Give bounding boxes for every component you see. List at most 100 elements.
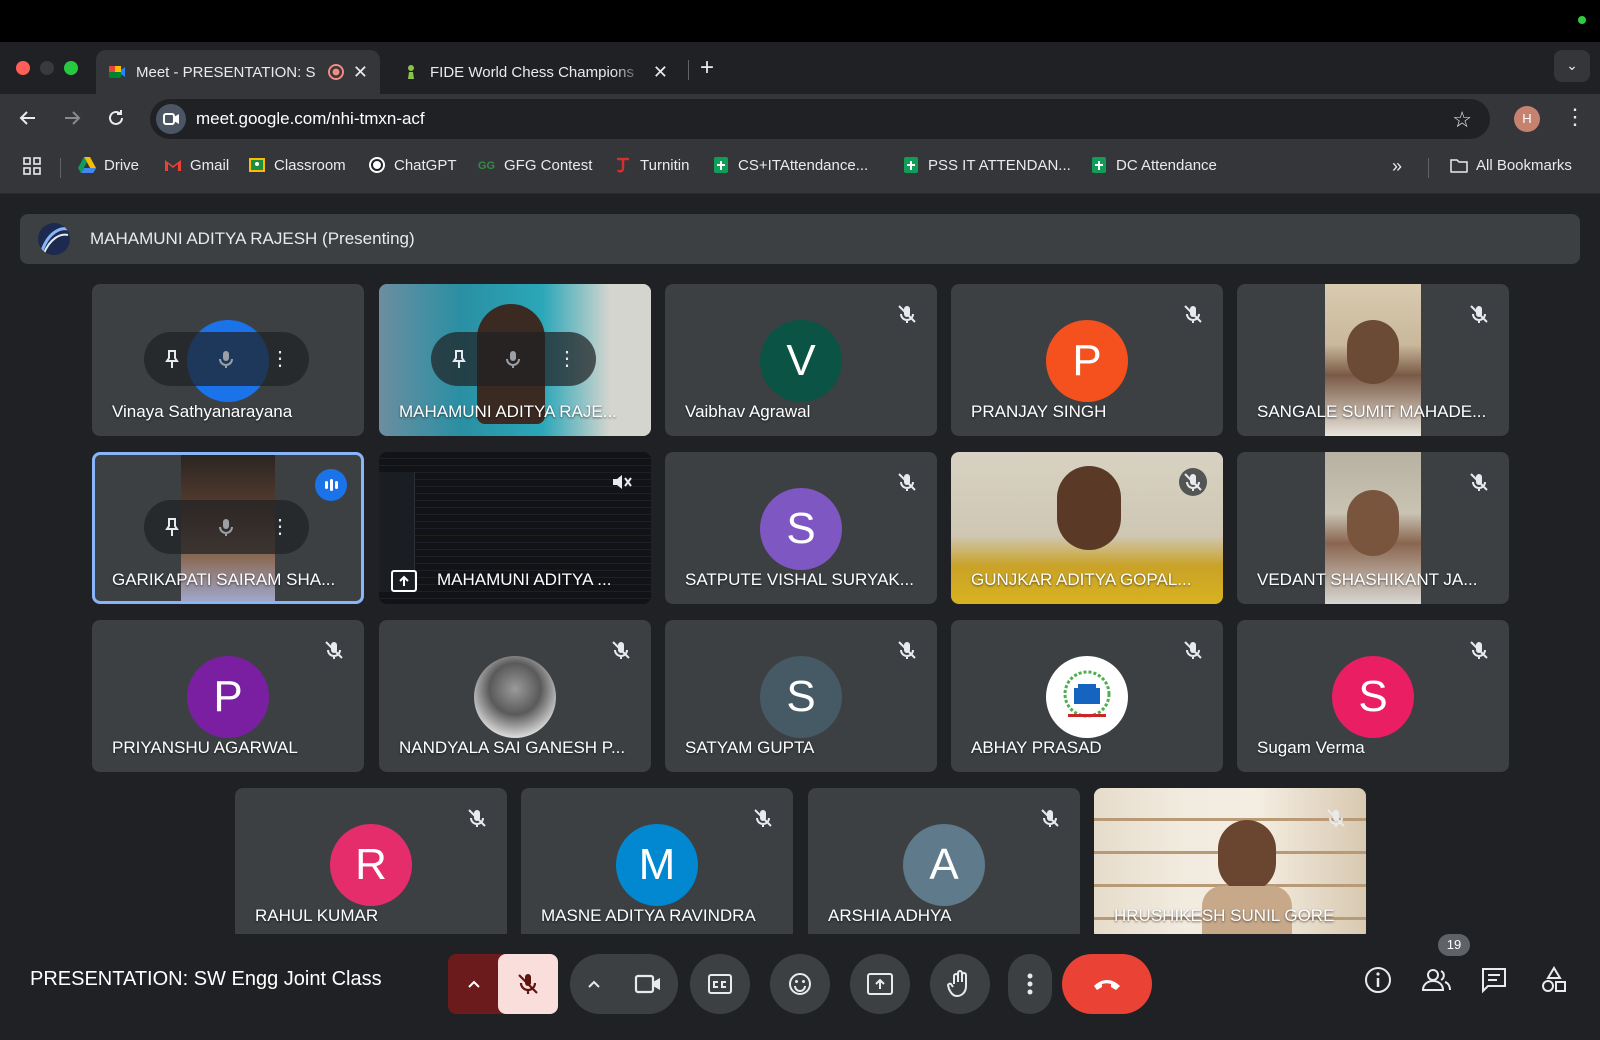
reactions-button[interactable] bbox=[770, 954, 830, 1014]
participant-tile[interactable]: NANDYALA SAI GANESH P... bbox=[379, 620, 651, 772]
all-bookmarks-label: All Bookmarks bbox=[1476, 156, 1572, 174]
participant-tile[interactable]: MAHAMUNI ADITYA ... bbox=[379, 452, 651, 604]
participant-tile[interactable]: ⋮ Vinaya Sathyanarayana bbox=[92, 284, 364, 436]
apps-grid-icon[interactable] bbox=[22, 156, 42, 176]
mic-off-icon bbox=[607, 636, 635, 664]
present-now-button[interactable] bbox=[850, 954, 910, 1014]
arrow-right-icon bbox=[65, 111, 81, 125]
browser-menu-icon[interactable]: ⋮ bbox=[1564, 104, 1586, 130]
bookmark-chatgpt[interactable]: ChatGPT bbox=[368, 156, 457, 174]
control-bar: PRESENTATION: SW Engg Joint Class 19 bbox=[0, 934, 1600, 1040]
captions-button[interactable] bbox=[690, 954, 750, 1014]
site-info-icon[interactable] bbox=[156, 104, 186, 134]
bookmark-classroom[interactable]: Classroom bbox=[248, 156, 346, 174]
bookmark-pss-attendance[interactable]: PSS IT ATTENDAN... bbox=[902, 156, 1071, 174]
close-window-button[interactable] bbox=[16, 61, 30, 75]
participant-tile[interactable]: A ARSHIA ADHYA bbox=[808, 788, 1080, 940]
bookmark-dc-attendance[interactable]: DC Attendance bbox=[1090, 156, 1217, 174]
back-button[interactable] bbox=[14, 104, 42, 132]
participant-name: RAHUL KUMAR bbox=[255, 906, 379, 925]
chat-icon bbox=[1482, 968, 1506, 994]
address-bar[interactable]: meet.google.com/nhi-tmxn-acf ☆ bbox=[150, 99, 1490, 139]
bookmark-turnitin[interactable]: Turnitin bbox=[614, 156, 689, 174]
more-options-icon[interactable]: ⋮ bbox=[266, 345, 294, 373]
bookmark-label: ChatGPT bbox=[394, 156, 457, 174]
more-options-button[interactable] bbox=[1008, 954, 1052, 1014]
zoom-window-button[interactable] bbox=[64, 61, 78, 75]
speaker-off-icon bbox=[607, 468, 635, 496]
participant-tile[interactable]: S SATPUTE VISHAL SURYAK... bbox=[665, 452, 937, 604]
participant-tile[interactable]: SANGALE SUMIT MAHADE... bbox=[1237, 284, 1509, 436]
participant-name: SATYAM GUPTA bbox=[685, 738, 815, 757]
participant-tile[interactable]: ⋮ MAHAMUNI ADITYA RAJE... bbox=[379, 284, 651, 436]
mic-options-button[interactable] bbox=[448, 954, 500, 1014]
chat-button[interactable] bbox=[1476, 962, 1512, 998]
forward-button[interactable] bbox=[58, 104, 86, 132]
tab-search-button[interactable]: ⌄ bbox=[1554, 50, 1590, 82]
minimize-window-button[interactable] bbox=[40, 61, 54, 75]
camera-toggle-button[interactable] bbox=[618, 954, 678, 1014]
mic-off-icon bbox=[463, 804, 491, 832]
participant-tile[interactable]: GUNJKAR ADITYA GOPAL... bbox=[951, 452, 1223, 604]
classroom-icon bbox=[249, 158, 265, 172]
people-button[interactable] bbox=[1418, 962, 1454, 998]
mic-icon[interactable] bbox=[212, 513, 240, 541]
reload-button[interactable] bbox=[102, 104, 130, 132]
participant-tile[interactable]: S SATYAM GUPTA bbox=[665, 620, 937, 772]
bookmark-gfg[interactable]: GG GFG Contest bbox=[478, 156, 592, 174]
presenting-banner[interactable]: MAHAMUNI ADITYA RAJESH (Presenting) bbox=[20, 214, 1580, 264]
bookmark-csit-attendance[interactable]: CS+ITAttendance... bbox=[712, 156, 868, 174]
pin-icon[interactable] bbox=[158, 345, 186, 373]
mic-icon[interactable] bbox=[212, 345, 240, 373]
participant-tile[interactable]: P PRANJAY SINGH bbox=[951, 284, 1223, 436]
participant-video bbox=[1057, 466, 1121, 550]
participant-tile[interactable]: V Vaibhav Agrawal bbox=[665, 284, 937, 436]
microphone-toggle-button[interactable] bbox=[498, 954, 558, 1014]
gmail-icon bbox=[165, 160, 181, 171]
pin-icon[interactable] bbox=[445, 345, 473, 373]
videocam-icon bbox=[634, 974, 660, 994]
more-bookmarks-icon[interactable]: » bbox=[1392, 156, 1402, 177]
pin-icon[interactable] bbox=[158, 513, 186, 541]
tab-title: Meet - PRESENTATION: S bbox=[136, 63, 316, 81]
emoji-icon bbox=[789, 973, 811, 995]
mic-icon[interactable] bbox=[499, 345, 527, 373]
participant-tile[interactable]: ⋮ GARIKAPATI SAIRAM SHA... bbox=[92, 452, 364, 604]
bookmark-label: CS+ITAttendance... bbox=[738, 156, 869, 174]
mic-off-icon bbox=[1179, 636, 1207, 664]
url-text: meet.google.com/nhi-tmxn-acf bbox=[196, 109, 425, 128]
close-tab-icon[interactable]: ✕ bbox=[353, 62, 368, 83]
participant-tile[interactable]: R RAHUL KUMAR bbox=[235, 788, 507, 940]
tab-strip: Meet - PRESENTATION: S ✕ FIDE World Ches… bbox=[0, 42, 1600, 94]
participant-tile[interactable]: HRUSHIKESH SUNIL GORE bbox=[1094, 788, 1366, 940]
tab-meet[interactable]: Meet - PRESENTATION: S ✕ bbox=[96, 50, 380, 94]
tab-title: FIDE World Chess Champions bbox=[430, 63, 634, 81]
bookmark-star-icon[interactable]: ☆ bbox=[1452, 107, 1472, 133]
leave-call-button[interactable] bbox=[1062, 954, 1152, 1014]
mic-off-icon bbox=[893, 300, 921, 328]
participant-tile[interactable]: ABHAY PRASAD bbox=[951, 620, 1223, 772]
bookmark-drive[interactable]: Drive bbox=[78, 156, 139, 174]
camera-options-button[interactable] bbox=[578, 968, 610, 1000]
close-tab-icon[interactable]: ✕ bbox=[653, 62, 668, 83]
activities-button[interactable] bbox=[1536, 962, 1572, 998]
bookmark-gmail[interactable]: Gmail bbox=[164, 156, 229, 174]
participant-tile[interactable]: S Sugam Verma bbox=[1237, 620, 1509, 772]
mic-off-icon bbox=[320, 636, 348, 664]
profile-avatar[interactable]: H bbox=[1514, 106, 1540, 132]
raise-hand-button[interactable] bbox=[930, 954, 990, 1014]
new-tab-button[interactable]: + bbox=[700, 54, 714, 82]
reload-icon bbox=[109, 110, 123, 125]
participant-tile[interactable]: P PRIYANSHU AGARWAL bbox=[92, 620, 364, 772]
bookmark-label: Gmail bbox=[190, 156, 230, 174]
participant-tile[interactable]: VEDANT SHASHIKANT JA... bbox=[1237, 452, 1509, 604]
participant-name: GARIKAPATI SAIRAM SHA... bbox=[112, 570, 336, 589]
participant-tile[interactable]: M MASNE ADITYA RAVINDRA bbox=[521, 788, 793, 940]
meeting-name: PRESENTATION: SW Engg Joint Class bbox=[30, 968, 382, 990]
all-bookmarks-button[interactable]: All Bookmarks bbox=[1450, 156, 1572, 174]
tile-controls: ⋮ bbox=[431, 332, 596, 386]
meeting-details-button[interactable] bbox=[1360, 962, 1396, 998]
more-options-icon[interactable]: ⋮ bbox=[553, 345, 581, 373]
more-options-icon[interactable]: ⋮ bbox=[266, 513, 294, 541]
tab-fide[interactable]: FIDE World Chess Champions ✕ bbox=[390, 50, 680, 94]
